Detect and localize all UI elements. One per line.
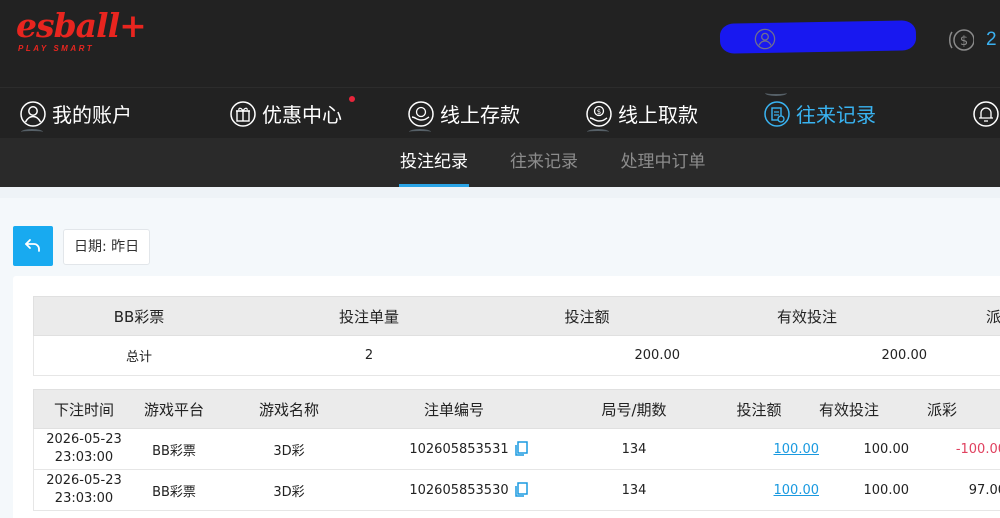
date-filter[interactable]: 日期: 昨日	[63, 229, 151, 265]
sub-nav: 投注纪录 往来记录 处理中订单	[0, 138, 1000, 187]
copy-icon[interactable]	[514, 441, 529, 457]
bet-datetime: 2026-05-23 23:03:00	[34, 470, 134, 510]
detail-col-order: 注单编号	[423, 400, 484, 419]
user-avatar-icon[interactable]	[754, 28, 776, 50]
notification-dot	[349, 96, 355, 102]
scroll-hint-icon	[587, 129, 609, 135]
nav-label-account: 我的账户	[52, 103, 132, 127]
nav-label-records: 往来记录	[796, 103, 876, 127]
summary-header: BB彩票 投注单量 投注额 有效投注 派	[33, 296, 1000, 336]
main-nav: 我的账户 优惠中心 线上存款 $ 线上取款 往来记录	[0, 87, 1000, 138]
summary-col-valid: 有效投注	[776, 307, 837, 326]
table-row: 2026-05-23 23:03:00 BB彩票 3D彩 10260585353…	[33, 429, 1000, 470]
summary-col-payout: 派	[986, 307, 1000, 326]
bet-amount-link[interactable]: 100.00	[714, 429, 820, 469]
bet-amount-link[interactable]: 100.00	[714, 470, 820, 510]
copy-icon[interactable]	[514, 482, 529, 498]
coin-icon: $	[949, 29, 974, 51]
detail-col-platform: 游戏平台	[143, 400, 204, 419]
bet-date: 2026-05-23	[46, 432, 122, 447]
detail-col-round: 局号/期数	[601, 400, 667, 419]
logo-text: esball+	[16, 6, 147, 45]
detail-col-time: 下注时间	[53, 400, 114, 419]
detail-col-game: 游戏名称	[258, 400, 319, 419]
summary-col-count: 投注单量	[338, 307, 399, 326]
tab-pending-orders[interactable]: 处理中订单	[619, 138, 707, 187]
svg-text:$: $	[597, 108, 601, 116]
summary-total-bet: 200.00	[634, 348, 681, 363]
bet-payout: 97.00	[968, 482, 1000, 498]
bet-game: 3D彩	[273, 443, 305, 459]
bet-order-cell: 102605853531	[389, 429, 549, 469]
content-area: 日期: 昨日 BB彩票 投注单量 投注额 有效投注 派 总计 2 200.00 …	[0, 198, 1000, 518]
detail-col-valid: 有效投注	[818, 400, 879, 419]
bet-time: 23:03:00	[54, 450, 114, 465]
bet-payout: -100.00	[955, 441, 1000, 457]
tab-transactions[interactable]: 往来记录	[509, 138, 579, 187]
table-row: 2026-05-23 23:03:00 BB彩票 3D彩 10260585353…	[33, 470, 1000, 511]
records-card: BB彩票 投注单量 投注额 有效投注 派 总计 2 200.00 200.00 …	[13, 276, 1000, 518]
nav-label-promotions: 优惠中心	[262, 103, 342, 127]
bet-game: 3D彩	[273, 484, 305, 500]
records-icon	[764, 100, 790, 127]
bet-datetime: 2026-05-23 23:03:00	[34, 429, 134, 469]
detail-header: 下注时间 游戏平台 游戏名称 注单编号 局号/期数 投注额 有效投注 派彩	[33, 389, 1000, 429]
logo-tagline: PLAY SMART	[18, 44, 95, 53]
detail-col-bet: 投注额	[736, 400, 782, 419]
summary-total-valid: 200.00	[881, 348, 928, 363]
bet-platform: BB彩票	[152, 484, 196, 500]
bet-order-number: 102605853531	[409, 441, 509, 457]
tab-bet-records[interactable]: 投注纪录	[399, 138, 469, 187]
scroll-hint-icon	[409, 129, 431, 135]
header-bar: esball+ PLAY SMART $ 2	[0, 0, 1000, 87]
summary-col-bet: 投注额	[564, 307, 610, 326]
deposit-icon	[408, 100, 434, 127]
gift-icon	[230, 100, 256, 127]
bet-valid: 100.00	[863, 441, 910, 457]
back-button[interactable]	[13, 226, 53, 266]
summary-total-label: 总计	[125, 350, 152, 365]
bet-valid: 100.00	[863, 482, 910, 498]
detail-col-payout: 派彩	[926, 400, 957, 419]
nav-item-promotions[interactable]: 优惠中心	[229, 88, 342, 139]
withdraw-icon: $	[586, 100, 612, 127]
redacted-username	[719, 20, 917, 54]
balance-amount: 2	[986, 29, 997, 50]
bet-order-cell: 102605853530	[389, 470, 549, 510]
user-icon	[20, 100, 46, 127]
bet-round: 134	[621, 482, 647, 498]
nav-label-deposit: 线上存款	[440, 103, 520, 127]
bet-date: 2026-05-23	[46, 473, 122, 488]
nav-item-notifications[interactable]	[972, 88, 1000, 139]
balance-display[interactable]: $ 2	[948, 27, 997, 53]
svg-text:$: $	[960, 34, 968, 49]
bet-round: 134	[621, 441, 647, 457]
scroll-hint-icon	[765, 90, 787, 96]
bet-platform: BB彩票	[152, 443, 196, 459]
back-arrow-icon	[25, 239, 40, 252]
bet-time: 23:03:00	[54, 491, 114, 506]
summary-row: 总计 2 200.00 200.00	[33, 336, 1000, 376]
bet-order-number: 102605853530	[409, 482, 509, 498]
nav-label-withdraw: 线上取款	[618, 103, 698, 127]
summary-col-platform: BB彩票	[113, 307, 165, 326]
brand-logo[interactable]: esball+ PLAY SMART	[16, 6, 147, 54]
summary-total-count: 2	[364, 348, 374, 363]
scroll-hint-icon	[21, 129, 43, 135]
bell-icon	[973, 100, 999, 127]
